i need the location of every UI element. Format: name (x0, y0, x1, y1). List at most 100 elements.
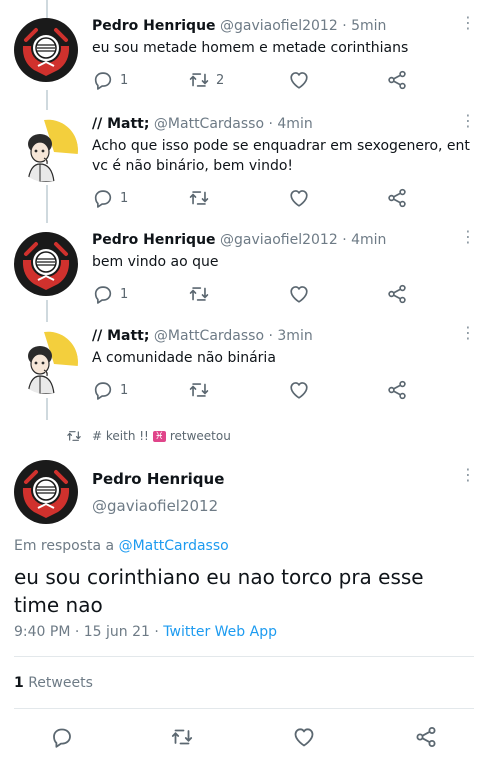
more-icon[interactable]: ⋮ (460, 113, 476, 129)
divider (14, 656, 474, 657)
retweet-action-label: retweetou (169, 429, 231, 443)
reply-prefix: Em resposta a (14, 538, 115, 554)
more-icon[interactable]: ⋮ (460, 325, 476, 341)
share-button[interactable] (386, 186, 408, 210)
share-icon (414, 725, 438, 749)
like-button[interactable] (292, 725, 316, 749)
like-icon (288, 69, 310, 91)
reply-button[interactable]: 1 (92, 378, 128, 402)
avatar[interactable] (14, 232, 78, 296)
tweet-header: // Matt; @MattCardasso · 3min (92, 328, 313, 344)
tweet-time[interactable]: · 3min (269, 328, 313, 344)
main-avatar[interactable] (14, 460, 78, 524)
retweeter-name[interactable]: # keith !! (92, 429, 149, 443)
reply-count: 1 (120, 72, 129, 88)
retweet-button[interactable] (170, 725, 194, 749)
author-name[interactable]: Pedro Henrique (92, 232, 216, 248)
like-button[interactable] (288, 68, 310, 92)
retweet-count: 2 (216, 72, 225, 88)
share-button[interactable] (386, 378, 408, 402)
author-handle[interactable]: @MattCardasso (154, 116, 264, 132)
share-icon (386, 283, 408, 305)
share-icon (386, 379, 408, 401)
reply-icon (92, 379, 114, 401)
author-handle[interactable]: @MattCardasso (154, 328, 264, 344)
thread-tweet[interactable]: Pedro Henrique @gaviaofiel2012 · 4min ⋮ … (0, 222, 488, 322)
tweet-header: // Matt; @MattCardasso · 4min (92, 116, 313, 132)
share-icon (386, 69, 408, 91)
main-tweet-time[interactable]: 9:40 PM · 15 jun 21 · (14, 624, 159, 640)
reply-count: 1 (120, 286, 129, 302)
like-button[interactable] (288, 186, 310, 210)
more-icon[interactable]: ⋮ (460, 15, 476, 31)
tweet-text: A comunidade não binária (92, 350, 276, 366)
retweet-icon (188, 69, 210, 91)
reply-to-line: Em resposta a @MattCardasso (14, 538, 229, 554)
tweet-header: Pedro Henrique @gaviaofiel2012 · 5min (92, 18, 386, 34)
main-author-handle[interactable]: @gaviaofiel2012 (92, 497, 218, 515)
author-handle[interactable]: @gaviaofiel2012 (220, 18, 338, 34)
retweet-icon (66, 428, 82, 444)
like-icon (288, 379, 310, 401)
tweet-actions: 1 (92, 378, 412, 402)
main-tweet-actions (0, 722, 488, 752)
author-name[interactable]: // Matt; (92, 328, 149, 344)
retweet-notice[interactable]: # keith !! ♓ retweetou (66, 428, 231, 444)
tweet-time[interactable]: · 5min (342, 18, 386, 34)
like-icon (288, 283, 310, 305)
divider (14, 708, 474, 709)
thread-tweet[interactable]: Pedro Henrique @gaviaofiel2012 · 5min ⋮ … (0, 0, 488, 110)
tweet-source-link[interactable]: Twitter Web App (163, 624, 277, 640)
reply-icon (50, 725, 74, 749)
like-button[interactable] (288, 378, 310, 402)
tweet-actions: 1 (92, 282, 412, 306)
retweet-icon (188, 379, 210, 401)
retweet-icon (188, 283, 210, 305)
more-icon[interactable]: ⋮ (460, 229, 476, 245)
reply-button[interactable] (50, 725, 74, 749)
avatar[interactable] (14, 330, 78, 394)
author-name[interactable]: Pedro Henrique (92, 18, 216, 34)
reply-count: 1 (120, 190, 129, 206)
retweet-total-label: Retweets (28, 675, 93, 691)
tweet-text: bem vindo ao que (92, 254, 219, 270)
reply-button[interactable]: 1 (92, 68, 128, 92)
tweet-text: eu sou metade homem e metade corinthians (92, 40, 409, 56)
avatar[interactable] (14, 18, 78, 82)
reply-count: 1 (120, 382, 129, 398)
retweet-button[interactable] (188, 378, 210, 402)
reply-icon (92, 283, 114, 305)
retweet-button[interactable]: 2 (188, 68, 224, 92)
more-icon[interactable]: ⋮ (460, 467, 476, 483)
retweet-icon (188, 187, 210, 209)
like-icon (292, 725, 316, 749)
share-button[interactable] (414, 725, 438, 749)
thread-tweet[interactable]: // Matt; @MattCardasso · 4min ⋮ Acho que… (0, 110, 488, 222)
reply-icon (92, 187, 114, 209)
retweet-button[interactable] (188, 282, 210, 306)
reply-button[interactable]: 1 (92, 186, 128, 210)
reply-icon (92, 69, 114, 91)
tweet-header: Pedro Henrique @gaviaofiel2012 · 4min (92, 232, 386, 248)
like-button[interactable] (288, 282, 310, 306)
thread-tweet[interactable]: // Matt; @MattCardasso · 3min ⋮ A comuni… (0, 322, 488, 418)
share-button[interactable] (386, 68, 408, 92)
tweet-time[interactable]: · 4min (342, 232, 386, 248)
retweet-button[interactable] (188, 186, 210, 210)
tweet-actions: 1 (92, 186, 412, 210)
share-icon (386, 187, 408, 209)
retweet-icon (170, 725, 194, 749)
reply-to-link[interactable]: @MattCardasso (119, 538, 229, 554)
retweet-total: 1 (14, 675, 24, 691)
tweet-time[interactable]: · 4min (269, 116, 313, 132)
main-tweet-meta: 9:40 PM · 15 jun 21 · Twitter Web App (14, 624, 277, 640)
like-icon (288, 187, 310, 209)
share-button[interactable] (386, 282, 408, 306)
retweeter-emoji: ♓ (152, 430, 166, 442)
avatar[interactable] (14, 118, 78, 182)
reply-button[interactable]: 1 (92, 282, 128, 306)
author-handle[interactable]: @gaviaofiel2012 (220, 232, 338, 248)
main-author-name[interactable]: Pedro Henrique (92, 470, 224, 488)
retweet-count-row[interactable]: 1 Retweets (14, 675, 93, 691)
author-name[interactable]: // Matt; (92, 116, 149, 132)
